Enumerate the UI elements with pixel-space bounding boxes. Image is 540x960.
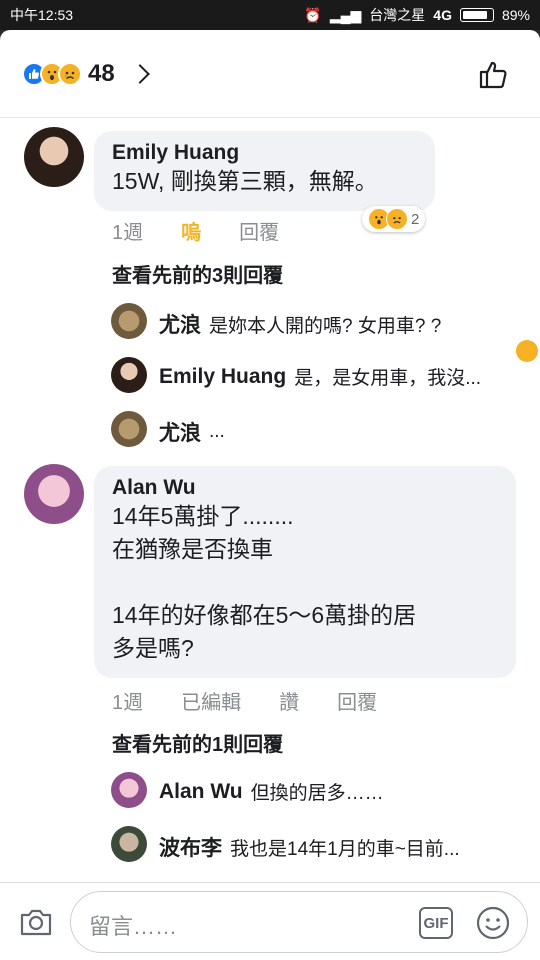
like-button[interactable]: 讚 bbox=[279, 686, 299, 715]
reply-text: 我也是14年1月的車~目前... bbox=[230, 838, 460, 860]
reply-author[interactable]: Emily Huang bbox=[159, 365, 286, 389]
comment-composer: 留言…… GIF bbox=[0, 882, 540, 960]
reply-item[interactable]: 尤浪 是妳本人開的嗎? 女用車? ? bbox=[159, 309, 441, 339]
alarm-icon: ⏰ bbox=[304, 6, 322, 23]
react-button[interactable]: 嗚 bbox=[181, 216, 201, 245]
reaction-count: 48 bbox=[88, 59, 115, 87]
status-time: 中午12:53 bbox=[10, 7, 74, 23]
reply-item[interactable]: Alan Wu 但換的居多…… bbox=[159, 778, 384, 805]
comment-reaction-count: 2 bbox=[411, 210, 420, 228]
edited-label[interactable]: 已編輯 bbox=[181, 686, 241, 715]
comment-bubble[interactable]: Alan Wu 14年5萬掛了........ 在猶豫是否換車 14年的好像都在… bbox=[94, 466, 516, 678]
like-outline-icon[interactable] bbox=[478, 58, 510, 95]
sad-icon bbox=[386, 208, 408, 230]
carrier-name: 台灣之星 bbox=[369, 7, 426, 23]
comment-meta: 1週 已編輯 讚 回覆 bbox=[112, 686, 415, 715]
view-previous-replies[interactable]: 查看先前的1則回覆 bbox=[112, 728, 283, 757]
gif-button[interactable]: GIF bbox=[419, 907, 453, 939]
reply-author[interactable]: Alan Wu bbox=[159, 780, 243, 804]
reply-text: 是，是女用車，我沒... bbox=[294, 368, 482, 389]
reply-text: 是妳本人開的嗎? 女用車? ? bbox=[209, 315, 442, 337]
comment-input-placeholder: 留言…… bbox=[89, 914, 178, 939]
avatar[interactable] bbox=[111, 411, 147, 447]
reply-author[interactable]: 波布李 bbox=[159, 832, 222, 862]
comment-meta: 1週 嗚 回覆 bbox=[112, 216, 317, 245]
emoji-icon[interactable] bbox=[475, 905, 511, 946]
signal-icon: ▂▄▆ bbox=[329, 6, 362, 23]
camera-icon[interactable] bbox=[18, 906, 54, 943]
comment-time[interactable]: 1週 bbox=[112, 216, 143, 245]
reply-item[interactable]: 波布李 我也是14年1月的車~目前... bbox=[159, 832, 460, 862]
avatar[interactable] bbox=[24, 464, 84, 524]
avatar[interactable] bbox=[24, 127, 84, 187]
reply-item[interactable]: Emily Huang 是，是女用車，我沒... bbox=[159, 363, 481, 390]
view-previous-replies[interactable]: 查看先前的3則回覆 bbox=[112, 259, 283, 288]
comment-author[interactable]: Emily Huang bbox=[112, 141, 417, 165]
comments-sheet: 48 Emily Huang 15W, 剛換第三顆，無解。 2 1週 嗚 回覆 … bbox=[0, 30, 540, 960]
reaction-summary[interactable]: 48 bbox=[0, 30, 540, 118]
reply-text: 但換的居多…… bbox=[250, 783, 384, 804]
battery-icon bbox=[459, 8, 494, 22]
battery-percent: 89% bbox=[501, 7, 530, 23]
reply-button[interactable]: 回覆 bbox=[337, 686, 377, 715]
reply-author[interactable]: 尤浪 bbox=[159, 309, 201, 339]
comment-input[interactable]: 留言…… GIF bbox=[70, 891, 528, 953]
reply-text: ... bbox=[209, 421, 225, 442]
comment-author[interactable]: Alan Wu bbox=[112, 476, 498, 500]
avatar[interactable] bbox=[111, 826, 147, 862]
avatar[interactable] bbox=[111, 772, 147, 808]
chevron-right-icon[interactable] bbox=[129, 63, 150, 84]
reply-item[interactable]: 尤浪 ... bbox=[159, 417, 225, 447]
reply-button[interactable]: 回覆 bbox=[239, 216, 279, 245]
avatar[interactable] bbox=[111, 357, 147, 393]
comment-text: 15W, 剛換第三顆，無解。 bbox=[112, 168, 378, 194]
comment-reaction-badge[interactable]: 2 bbox=[362, 206, 426, 232]
avatar[interactable] bbox=[111, 303, 147, 339]
network-type: 4G bbox=[433, 7, 452, 23]
status-bar: 中午12:53 ⏰ ▂▄▆ 台灣之星 4G 89% bbox=[0, 0, 540, 30]
comment-time[interactable]: 1週 bbox=[112, 686, 143, 715]
gif-label: GIF bbox=[423, 914, 449, 932]
reply-author[interactable]: 尤浪 bbox=[159, 417, 201, 447]
sad-icon bbox=[58, 61, 82, 86]
thinking-emoji-icon bbox=[516, 340, 538, 362]
comment-bubble[interactable]: Emily Huang 15W, 剛換第三顆，無解。 bbox=[94, 131, 435, 211]
comment-text: 14年5萬掛了........ 在猶豫是否換車 14年的好像都在5～6萬掛的居 … bbox=[112, 503, 417, 661]
